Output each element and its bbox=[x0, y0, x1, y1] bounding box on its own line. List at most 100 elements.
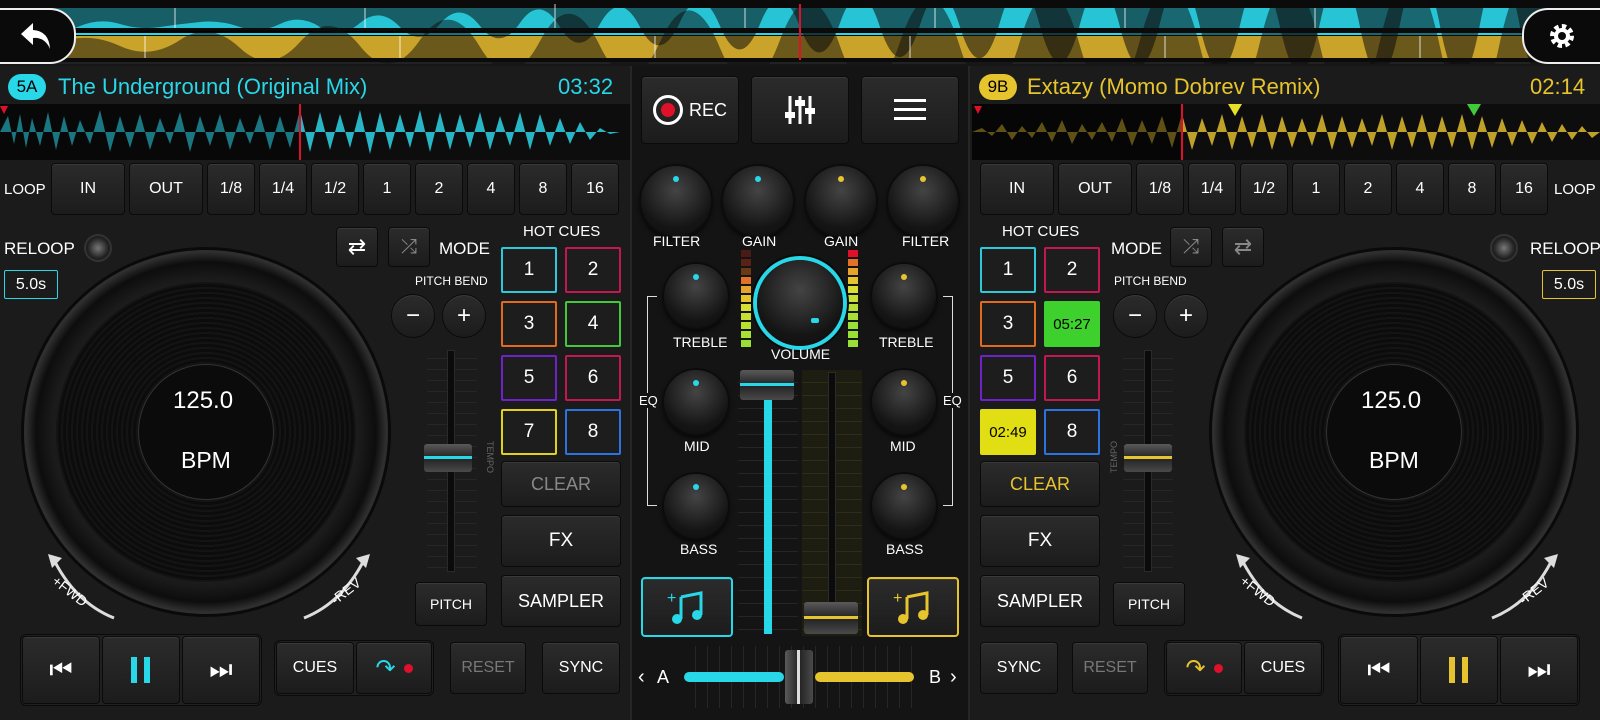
deck-a-hot-cue-4[interactable]: 4 bbox=[565, 301, 621, 347]
deck-a-hot-cue-2[interactable]: 2 bbox=[565, 247, 621, 293]
deck-a-pitch-button[interactable]: PITCH bbox=[415, 582, 487, 626]
deck-a-hot-cue-5[interactable]: 5 bbox=[501, 355, 557, 401]
deck-a-loop-8-button[interactable]: 8 bbox=[519, 163, 567, 215]
back-button[interactable] bbox=[0, 8, 76, 64]
deck-b-shuffle-button[interactable]: ⤮ bbox=[1170, 227, 1212, 267]
hamburger-menu-icon bbox=[894, 99, 926, 120]
deck-b-load-track-button[interactable]: + bbox=[867, 577, 959, 637]
crossfader-right-chevron-icon[interactable]: › bbox=[950, 666, 957, 689]
deck-a-repeat-button[interactable]: ⇄ bbox=[336, 227, 378, 267]
treble-knob-b[interactable] bbox=[872, 264, 936, 328]
gain-knob-a[interactable] bbox=[723, 166, 793, 236]
deck-b-hot-cue-8[interactable]: 8 bbox=[1044, 409, 1100, 455]
bass-knob-a[interactable] bbox=[664, 474, 728, 538]
deck-a-hot-cue-3[interactable]: 3 bbox=[501, 301, 557, 347]
deck-b-clear-button[interactable]: CLEAR bbox=[980, 461, 1100, 507]
deck-b-loop-1-button[interactable]: 1 bbox=[1292, 163, 1340, 215]
deck-b-hot-cue-3[interactable]: 3 bbox=[980, 301, 1036, 347]
deck-a-tempo-slider[interactable] bbox=[424, 444, 472, 472]
deck-a-loop-in-button[interactable]: IN bbox=[51, 163, 125, 215]
deck-b-pitch-button[interactable]: PITCH bbox=[1113, 582, 1185, 626]
deck-b-pause-button[interactable] bbox=[1420, 636, 1498, 704]
filter-knob-b[interactable] bbox=[888, 166, 958, 236]
deck-a-loop-1-button[interactable]: 1 bbox=[363, 163, 411, 215]
deck-a-shuffle-button[interactable]: ⤮ bbox=[388, 227, 430, 267]
deck-b-hot-cue-5[interactable]: 5 bbox=[980, 355, 1036, 401]
deck-b-cues-button[interactable]: CUES bbox=[1244, 642, 1322, 694]
deck-b-pitch-bend-minus[interactable]: − bbox=[1113, 294, 1157, 338]
deck-a-sampler-button[interactable]: SAMPLER bbox=[501, 575, 621, 627]
deck-b-fx-button[interactable]: FX bbox=[980, 515, 1100, 567]
deck-b-loop-1-4-button[interactable]: 1/4 bbox=[1188, 163, 1236, 215]
deck-a-hot-cue-6[interactable]: 6 bbox=[565, 355, 621, 401]
channel-a-fader[interactable] bbox=[740, 370, 794, 400]
deck-b-reset-button[interactable]: RESET bbox=[1072, 642, 1148, 694]
deck-b-loop-2-button[interactable]: 2 bbox=[1344, 163, 1392, 215]
deck-b-loop-in-button[interactable]: IN bbox=[980, 163, 1054, 215]
mixer-eq-button[interactable] bbox=[751, 76, 849, 144]
deck-a-loop-1-2-button[interactable]: 1/2 bbox=[311, 163, 359, 215]
deck-a-loop-16-button[interactable]: 16 bbox=[571, 163, 619, 215]
deck-b-loop-16-button[interactable]: 16 bbox=[1500, 163, 1548, 215]
mid-knob-a[interactable] bbox=[664, 370, 728, 434]
bass-knob-b[interactable] bbox=[872, 474, 936, 538]
deck-b-loop-1-2-button[interactable]: 1/2 bbox=[1240, 163, 1288, 215]
mid-knob-b[interactable] bbox=[872, 370, 936, 434]
deck-a-cues-button[interactable]: CUES bbox=[276, 642, 354, 694]
deck-b-reloop-button[interactable] bbox=[1490, 234, 1518, 262]
deck-a-loop-1-8-button[interactable]: 1/8 bbox=[207, 163, 255, 215]
deck-a-next-button[interactable]: ⏭ bbox=[182, 636, 260, 704]
deck-a-waveform[interactable] bbox=[0, 104, 630, 160]
deck-b-sync-button[interactable]: SYNC bbox=[980, 642, 1058, 694]
deck-b-loop-4-button[interactable]: 4 bbox=[1396, 163, 1444, 215]
menu-button[interactable] bbox=[861, 76, 959, 144]
deck-b-loop-8-button[interactable]: 8 bbox=[1448, 163, 1496, 215]
overview-waveforms[interactable] bbox=[0, 0, 1600, 116]
deck-a-fx-button[interactable]: FX bbox=[501, 515, 621, 567]
deck-b-sampler-button[interactable]: SAMPLER bbox=[980, 575, 1100, 627]
treble-knob-a[interactable] bbox=[664, 264, 728, 328]
deck-b-pitch-bend-label: PITCH BEND bbox=[1114, 274, 1187, 288]
crossfader-left-chevron-icon[interactable]: ‹ bbox=[638, 666, 645, 689]
deck-a-hot-cue-7[interactable]: 7 bbox=[501, 409, 557, 455]
filter-knob-a[interactable] bbox=[641, 166, 711, 236]
deck-a-previous-button[interactable]: ⏮ bbox=[22, 636, 100, 704]
deck-b-hot-cue-7[interactable]: 02:49 bbox=[980, 409, 1036, 455]
crossfader-knob[interactable] bbox=[785, 650, 813, 704]
master-volume-knob[interactable] bbox=[757, 260, 843, 346]
deck-b-loop-out-button[interactable]: OUT bbox=[1058, 163, 1132, 215]
gain-knob-b[interactable] bbox=[806, 166, 876, 236]
deck-b-next-button[interactable]: ⏭ bbox=[1500, 636, 1578, 704]
deck-a-pause-button[interactable] bbox=[102, 636, 180, 704]
deck-b-tempo-slider[interactable] bbox=[1124, 444, 1172, 472]
deck-a-loop-out-button[interactable]: OUT bbox=[129, 163, 203, 215]
settings-button[interactable] bbox=[1522, 8, 1600, 64]
deck-b-pitch-bend-plus[interactable]: + bbox=[1164, 294, 1208, 338]
record-button[interactable]: REC bbox=[641, 76, 739, 144]
deck-b-hot-cue-1[interactable]: 1 bbox=[980, 247, 1036, 293]
deck-a-load-track-button[interactable]: + bbox=[641, 577, 733, 637]
deck-b-cue-jump-button[interactable]: ↷ bbox=[1166, 642, 1242, 694]
deck-b-waveform[interactable] bbox=[972, 104, 1600, 160]
deck-a-loop-2-button[interactable]: 2 bbox=[415, 163, 463, 215]
deck-b-hot-cue-4[interactable]: 05:27 bbox=[1044, 301, 1100, 347]
deck-a-sync-button[interactable]: SYNC bbox=[542, 642, 620, 694]
deck-a-hot-cue-1[interactable]: 1 bbox=[501, 247, 557, 293]
deck-b-previous-button[interactable]: ⏮ bbox=[1340, 636, 1418, 704]
deck-b-hot-cue-2[interactable]: 2 bbox=[1044, 247, 1100, 293]
deck-a-loop-4-button[interactable]: 4 bbox=[467, 163, 515, 215]
deck-a-hot-cue-8[interactable]: 8 bbox=[565, 409, 621, 455]
deck-b-loop-1-8-button[interactable]: 1/8 bbox=[1136, 163, 1184, 215]
deck-a-reset-button[interactable]: RESET bbox=[450, 642, 526, 694]
deck-a-reloop-time[interactable]: 5.0s bbox=[4, 270, 58, 299]
deck-b-reloop-time[interactable]: 5.0s bbox=[1542, 270, 1596, 299]
deck-a-cue-jump-button[interactable]: ↷ bbox=[356, 642, 432, 694]
deck-a-clear-button[interactable]: CLEAR bbox=[501, 461, 621, 507]
channel-b-fader[interactable] bbox=[804, 602, 858, 634]
deck-a-reloop-button[interactable] bbox=[84, 234, 112, 262]
deck-a-loop-1-4-button[interactable]: 1/4 bbox=[259, 163, 307, 215]
deck-b-hot-cue-6[interactable]: 6 bbox=[1044, 355, 1100, 401]
deck-a-pitch-bend-minus[interactable]: − bbox=[391, 294, 435, 338]
deck-b-repeat-button[interactable]: ⇄ bbox=[1222, 227, 1264, 267]
deck-a-pitch-bend-plus[interactable]: + bbox=[442, 294, 486, 338]
